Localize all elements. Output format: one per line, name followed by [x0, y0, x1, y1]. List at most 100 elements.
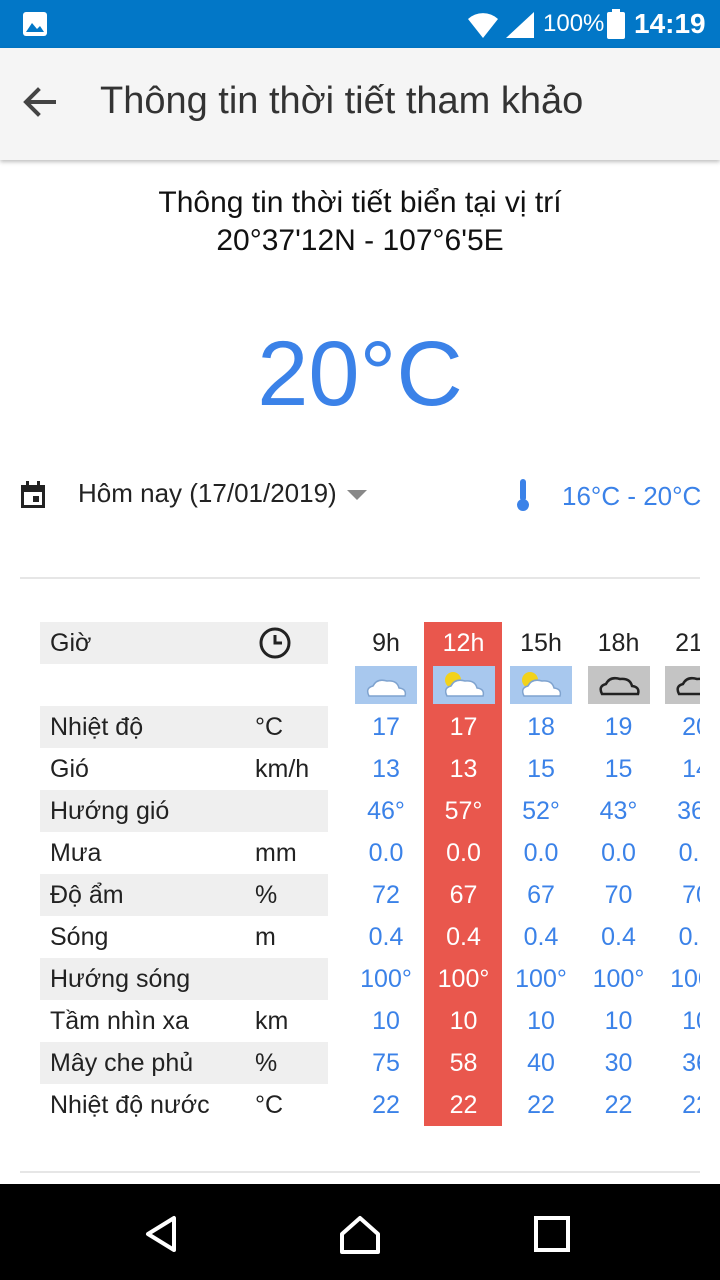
page-title: Thông tin thời tiết tham khảo — [100, 80, 584, 122]
table-cell: 75 — [372, 1049, 400, 1077]
date-dropdown[interactable]: Hôm nay (17/01/2019) — [78, 478, 367, 509]
row-label: Mưa — [50, 839, 102, 867]
table-cell: 36 — [682, 1049, 700, 1077]
table-cell: 10 — [527, 1007, 555, 1035]
row-label: Hướng gió — [50, 797, 170, 825]
location-coordinates: 20°37'12N - 107°6'5E — [216, 224, 504, 257]
hour-header[interactable]: 21h — [658, 622, 700, 664]
table-cell: 0.4 — [446, 923, 481, 951]
hour-header[interactable]: 12h — [426, 622, 502, 664]
row-unit: mm — [255, 839, 297, 867]
table-cell: 22 — [449, 1091, 478, 1119]
night-cloud-icon — [665, 666, 700, 704]
hour-header[interactable]: 18h — [581, 622, 657, 664]
icon-row-label — [40, 664, 328, 706]
hour-header[interactable]: 15h — [503, 622, 579, 664]
wifi-icon — [468, 13, 498, 38]
table-cell: 14 — [682, 755, 700, 783]
hour-header[interactable]: 9h — [348, 622, 424, 664]
table-cell: 100° — [360, 965, 412, 993]
table-cell: 0.4 — [678, 923, 700, 951]
table-cell: 10 — [682, 1007, 700, 1035]
table-cell: 67 — [527, 881, 555, 909]
partly-sunny-icon — [432, 666, 495, 704]
table-cell: 17 — [449, 713, 478, 741]
table-row: Nhiệt độ nước °C — [40, 1084, 328, 1126]
row-unit: °C — [255, 1091, 284, 1119]
table-row: Sóng m — [40, 916, 328, 958]
cloudy-icon — [355, 666, 417, 704]
table-cell: 18 — [527, 713, 555, 741]
status-bar: 100% 14:19 — [0, 0, 720, 48]
table-row: Độ ẩm% — [40, 874, 328, 916]
current-temperature: 20°C — [257, 323, 463, 425]
row-unit: % — [255, 881, 278, 909]
table-row: Nhiệt độ °C — [40, 706, 328, 748]
table-cell: 0.0 — [368, 839, 404, 867]
table-cell: 72 — [372, 881, 400, 909]
calendar-icon — [21, 481, 45, 508]
row-unit: m — [255, 923, 276, 951]
table-cell: 70 — [604, 881, 633, 909]
temperature-range: 16°C - 20°C — [562, 481, 702, 511]
table-cell: 13 — [449, 755, 478, 783]
row-label: Mây che phủ — [50, 1049, 194, 1077]
table-cell: 22 — [682, 1091, 700, 1119]
clock-time: 14:19 — [634, 8, 706, 39]
table-cell: 43° — [599, 797, 638, 825]
back-triangle-icon[interactable] — [140, 1212, 184, 1256]
table-cell: 13 — [372, 755, 400, 783]
row-label: Hướng sóng — [50, 965, 191, 993]
table-cell: 0.4 — [368, 923, 404, 951]
row-label: Sóng — [50, 923, 109, 951]
row-label: Nhiệt độ — [50, 713, 144, 741]
table-cell: 52° — [522, 797, 560, 825]
table-row: Hướng sóng — [40, 958, 328, 1000]
table-row: Hướng gió — [40, 790, 328, 832]
row-label: Độ ẩm — [50, 881, 124, 909]
table-cell: 0.4 — [523, 923, 559, 951]
photo-icon — [23, 12, 47, 36]
row-label: Gió — [50, 755, 89, 783]
divider — [20, 577, 700, 579]
table-cell: 17 — [372, 713, 400, 741]
table-cell: 15 — [527, 755, 555, 783]
table-cell: 10 — [604, 1007, 633, 1035]
table-cell: 22 — [372, 1091, 400, 1119]
arrow-back-icon[interactable] — [18, 80, 62, 124]
hour-header-label: Giờ — [50, 629, 92, 657]
location-caption: Thông tin thời tiết biển tại vị trí — [158, 186, 562, 219]
table-cell: 36° — [677, 797, 700, 825]
thermometer-icon — [517, 479, 529, 511]
table-cell: 100° — [592, 965, 645, 993]
table-row: Mây che phủ% — [40, 1042, 328, 1084]
partly-sunny-icon — [510, 666, 572, 704]
table-header-row: Giờ — [40, 622, 328, 664]
table-cell: 0.0 — [523, 839, 559, 867]
table-cell: 10 — [372, 1007, 400, 1035]
table-cell: 20 — [682, 713, 700, 741]
clock-icon — [259, 627, 291, 659]
home-icon[interactable] — [338, 1212, 382, 1256]
table-cell: 19 — [604, 713, 633, 741]
row-unit: km/h — [255, 755, 310, 783]
table-cell: 46° — [367, 797, 405, 825]
table-cell: 22 — [527, 1091, 555, 1119]
table-cell: 100° — [670, 965, 700, 993]
battery-percent: 100% — [543, 10, 605, 37]
table-cell: 10 — [449, 1007, 478, 1035]
table-cell: 15 — [604, 755, 633, 783]
date-dropdown-value: Hôm nay (17/01/2019) — [78, 478, 337, 508]
recents-icon[interactable] — [530, 1212, 574, 1256]
table-cell: 58 — [449, 1049, 478, 1077]
row-unit: % — [255, 1049, 278, 1077]
table-row: Mưa mm — [40, 832, 328, 874]
table-cell: 30 — [604, 1049, 633, 1077]
divider — [20, 1171, 700, 1173]
row-label: Tầm nhìn xa — [50, 1007, 189, 1035]
table-cell: 0.0 — [446, 839, 481, 867]
navigation-bar — [0, 1184, 720, 1280]
hourly-forecast-grid[interactable]: ° 9h171346°0.0720.4100°10752212h171357°0… — [340, 622, 700, 1126]
row-label: Nhiệt độ nước — [50, 1091, 210, 1119]
table-cell: 0.0 — [601, 839, 636, 867]
